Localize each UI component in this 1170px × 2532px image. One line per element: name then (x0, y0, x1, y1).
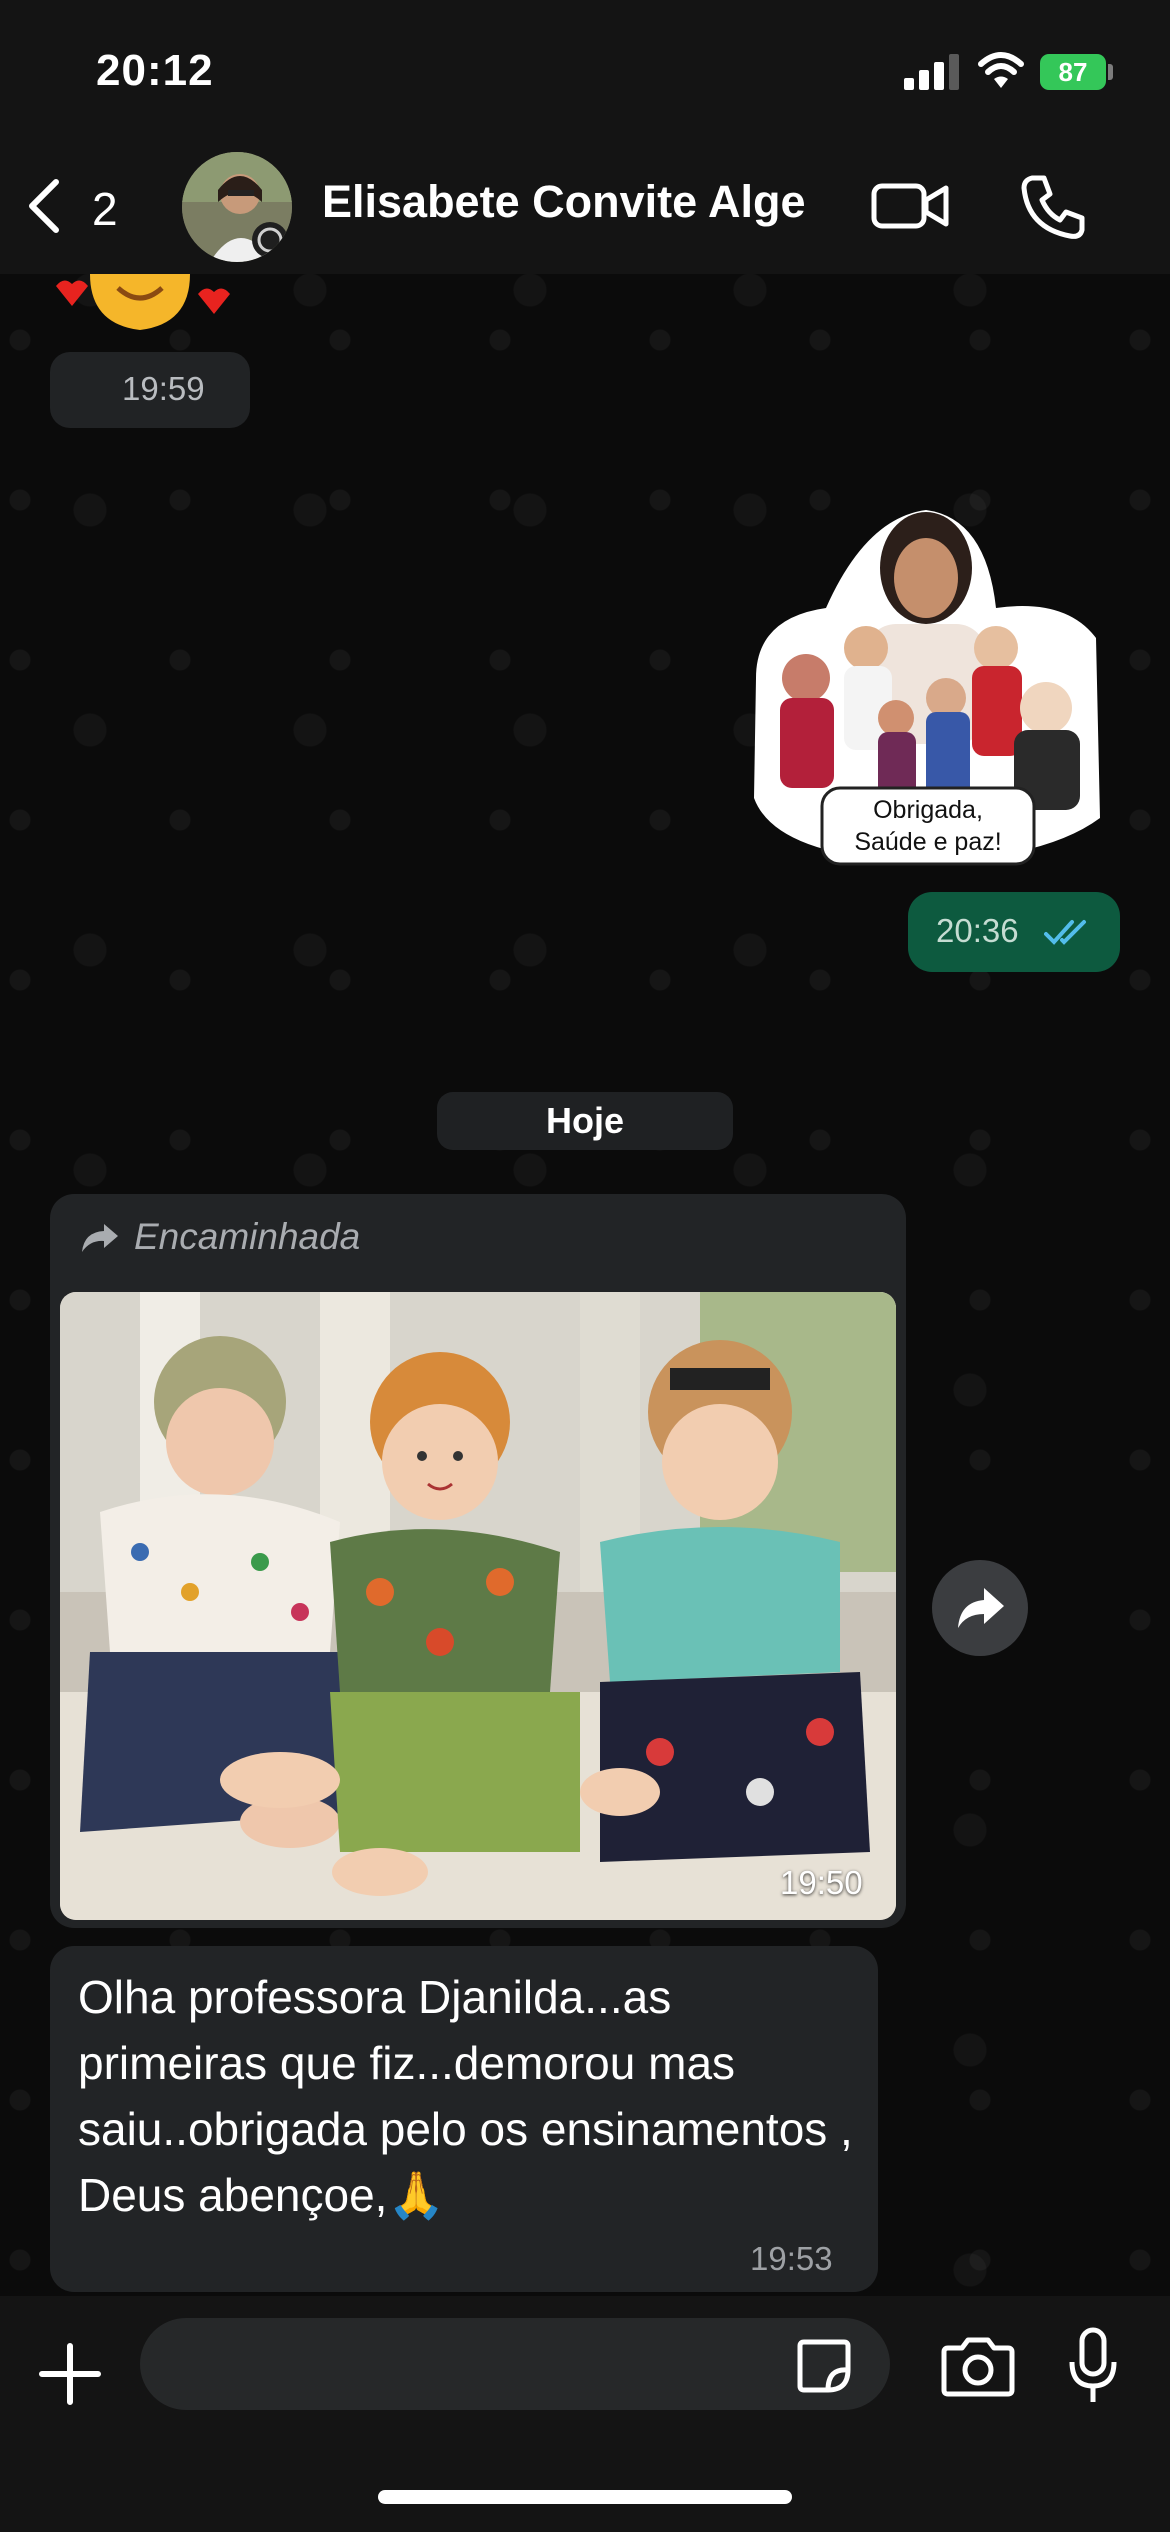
sent-time: 20:36 (936, 912, 1019, 949)
avatar[interactable] (182, 152, 292, 262)
home-indicator (378, 2490, 792, 2504)
emoji-sticker (56, 274, 230, 330)
video-call-icon[interactable] (870, 176, 950, 236)
contact-name[interactable]: Elisabete Convite Alge (322, 176, 842, 228)
wifi-icon (978, 52, 1024, 88)
battery-icon: 87 (1040, 54, 1106, 90)
sticker-caption-line1: Obrigada, (873, 796, 983, 824)
message-input[interactable] (140, 2318, 890, 2410)
dolls-photo[interactable] (60, 1292, 896, 1920)
status-bar: 20:12 87 (0, 0, 1170, 150)
back-button[interactable]: 2 (24, 172, 134, 246)
message-timestamp: 19:59 (50, 352, 250, 428)
read-ticks-icon (1044, 920, 1086, 945)
chat-header: 2 Elisabete Convite Alge (0, 150, 1170, 274)
phone-icon[interactable] (1018, 172, 1088, 242)
photo-time: 19:50 (780, 1864, 863, 1901)
share-arrow-icon (958, 1588, 1004, 1628)
avatar-photo (182, 152, 292, 262)
text-message-time: 19:53 (750, 2240, 833, 2277)
message-composer (0, 2296, 1170, 2532)
forward-button[interactable] (932, 1560, 1028, 1656)
forward-arrow-icon (82, 1224, 118, 1252)
thank-you-sticker[interactable]: Obrigada, Saúde e paz! (746, 498, 1108, 876)
text-message: Olha professora Djanilda...as primeiras … (78, 1971, 853, 2221)
date-divider: Hoje (437, 1092, 733, 1150)
forwarded-label: Encaminhada (134, 1216, 361, 1257)
microphone-icon[interactable] (1068, 2326, 1118, 2406)
signal-icon (904, 54, 960, 90)
unread-count: 2 (92, 183, 118, 235)
back-chevron-icon (29, 179, 59, 233)
plus-icon[interactable] (36, 2340, 104, 2408)
camera-icon[interactable] (940, 2334, 1016, 2398)
battery-level: 87 (1058, 57, 1088, 87)
status-time: 20:12 (96, 46, 214, 95)
sticker-caption-line2: Saúde e paz! (854, 828, 1001, 856)
prev-message-time: 19:59 (122, 370, 205, 407)
sent-timestamp-bubble: 20:36 (908, 892, 1120, 972)
sticker-icon[interactable] (794, 2336, 854, 2396)
battery-cap (1108, 64, 1113, 80)
